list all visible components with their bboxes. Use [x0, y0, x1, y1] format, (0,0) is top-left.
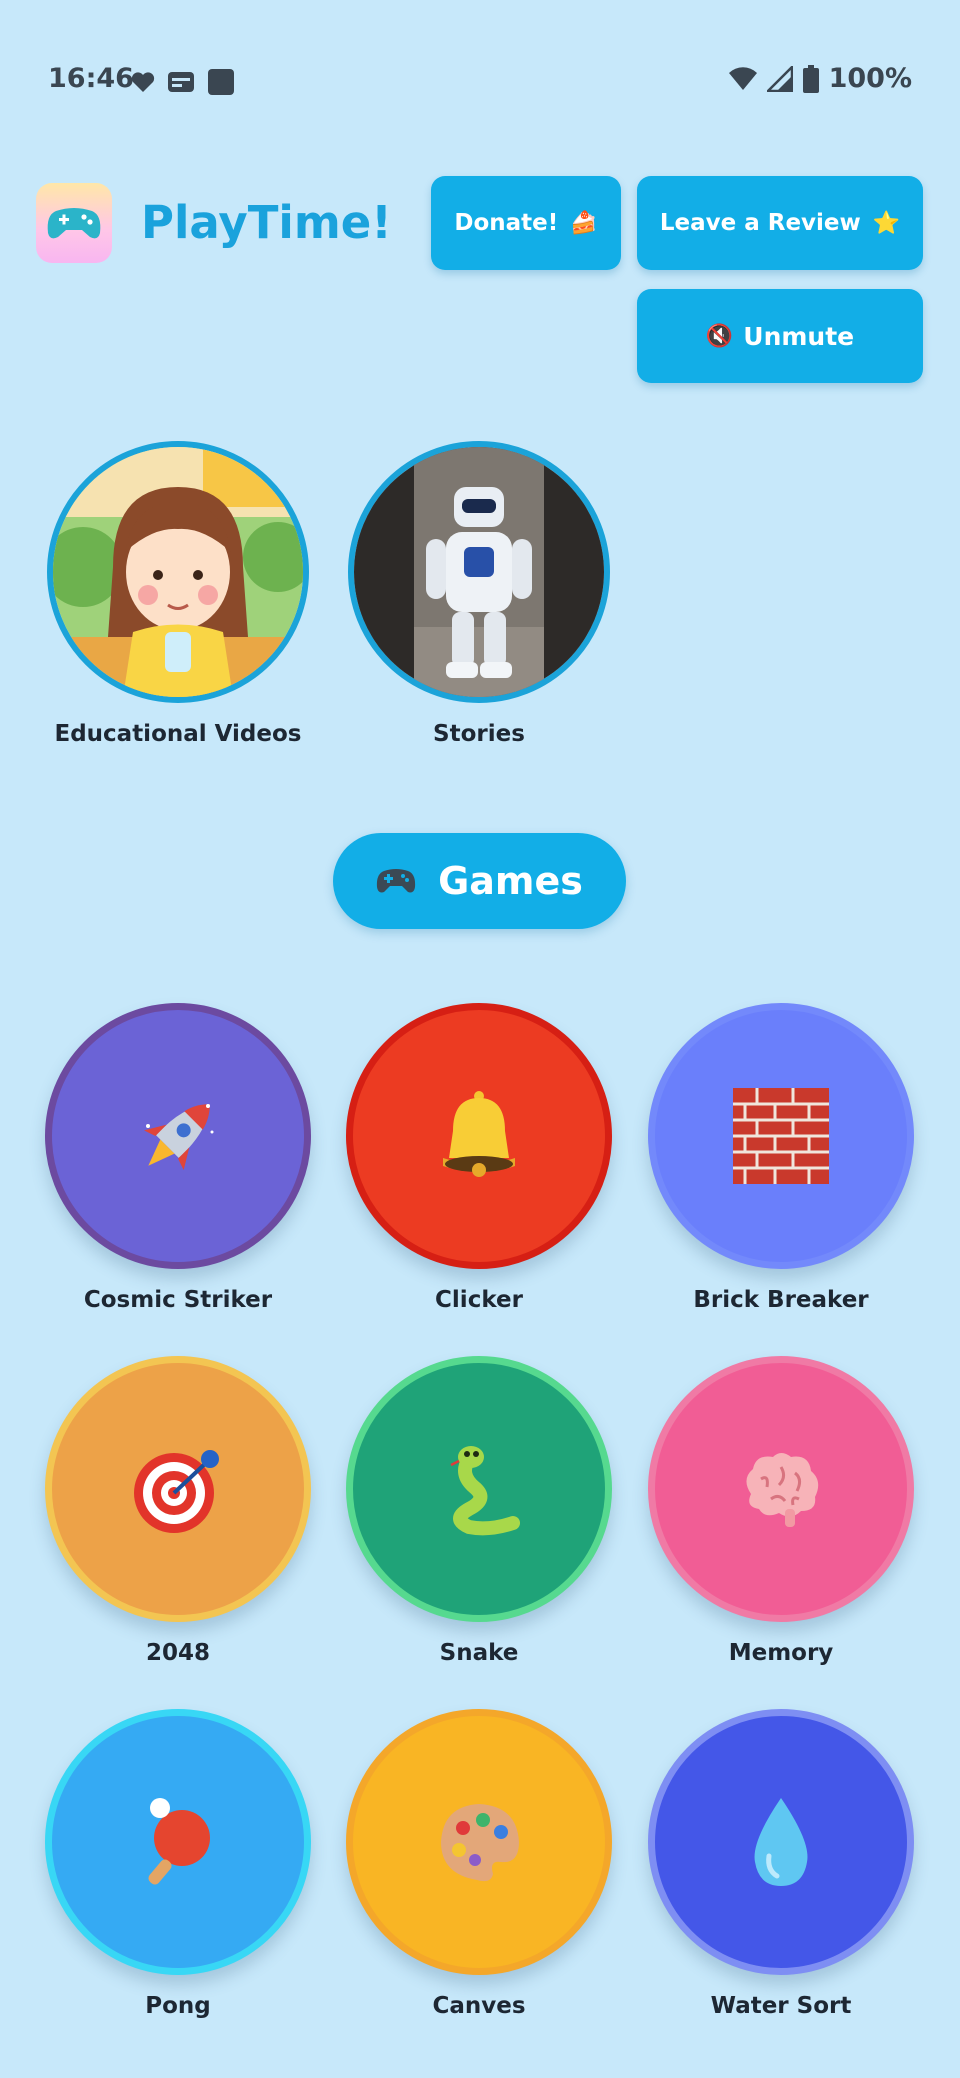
game-tile-cosmic-striker[interactable]: Cosmic Striker: [28, 1003, 328, 1313]
snake-icon: [450, 1446, 520, 1536]
heart-notification-icon: [131, 72, 155, 92]
game-circle[interactable]: [45, 1356, 311, 1622]
notification-icons: [131, 68, 235, 96]
game-tile-memory[interactable]: Memory: [631, 1356, 931, 1666]
rocket-icon: [144, 1104, 214, 1170]
game-circle[interactable]: [45, 1003, 311, 1269]
girl-illustration: [53, 447, 303, 697]
app-logo: [36, 183, 112, 263]
game-tile-water-sort[interactable]: Water Sort: [631, 1709, 931, 2019]
game-label: Cosmic Striker: [83, 1287, 273, 1313]
brick-wall-icon: [733, 1088, 829, 1184]
wifi-icon: [728, 66, 757, 90]
status-time: 16:46: [48, 63, 134, 94]
gamepad-icon: [376, 869, 416, 893]
palette-icon: [441, 1804, 519, 1882]
card-notification-icon: [168, 72, 194, 92]
game-tile-pong[interactable]: Pong: [28, 1709, 328, 2019]
battery-percent: 100%: [828, 63, 912, 94]
battery-icon: [802, 64, 819, 93]
leave-review-button[interactable]: Leave a Review ⭐: [637, 176, 923, 270]
mute-icon: 🔇: [705, 323, 734, 349]
game-label: Clicker: [435, 1287, 523, 1313]
game-tile-brick-breaker[interactable]: Brick Breaker: [631, 1003, 931, 1313]
gamepad-icon: [47, 208, 101, 239]
game-label: Brick Breaker: [693, 1287, 869, 1313]
donate-label: Donate!: [454, 210, 559, 236]
game-label: Snake: [439, 1640, 519, 1666]
water-drop-icon: [754, 1798, 808, 1886]
game-label: 2048: [145, 1640, 210, 1666]
status-bar: 16:46 100%: [0, 0, 960, 160]
stories-label: Stories: [433, 721, 525, 747]
game-label: Pong: [145, 1993, 211, 2019]
game-label: Water Sort: [710, 1993, 852, 2019]
game-label: Canves: [432, 1993, 526, 2019]
game-circle[interactable]: [346, 1356, 612, 1622]
game-tile-snake[interactable]: Snake: [329, 1356, 629, 1666]
app-title: PlayTime!: [141, 196, 392, 249]
status-right: 100%: [728, 63, 912, 94]
games-section-title: Games: [438, 859, 583, 903]
unmute-label: Unmute: [743, 321, 855, 351]
game-circle[interactable]: [346, 1003, 612, 1269]
media-tile-educational-videos[interactable]: Educational Videos: [28, 441, 328, 747]
educational-videos-thumbnail[interactable]: [47, 441, 309, 703]
square-notification-icon: [208, 69, 234, 95]
game-tile-2048[interactable]: 2048: [28, 1356, 328, 1666]
signal-icon: [766, 65, 793, 92]
cake-icon: 🍰: [570, 210, 598, 236]
brain-icon: [746, 1453, 819, 1527]
stories-thumbnail[interactable]: [348, 441, 610, 703]
game-tile-clicker[interactable]: Clicker: [329, 1003, 629, 1313]
review-label: Leave a Review: [659, 210, 861, 236]
game-circle[interactable]: [648, 1709, 914, 1975]
game-circle[interactable]: [648, 1356, 914, 1622]
donate-button[interactable]: Donate! 🍰: [431, 176, 621, 270]
game-label: Memory: [728, 1640, 834, 1666]
ping-pong-icon: [148, 1798, 210, 1885]
star-icon: ⭐: [872, 210, 901, 236]
game-circle[interactable]: [45, 1709, 311, 1975]
bell-icon: [443, 1091, 515, 1177]
target-icon: [134, 1450, 219, 1533]
unmute-button[interactable]: 🔇 Unmute: [637, 289, 923, 383]
game-circle[interactable]: [346, 1709, 612, 1975]
media-tile-stories[interactable]: Stories: [329, 441, 629, 747]
educational-videos-label: Educational Videos: [54, 721, 302, 747]
games-section-header: Games: [333, 833, 626, 929]
robot-photo: [354, 447, 604, 697]
game-tile-canves[interactable]: Canves: [329, 1709, 629, 2019]
game-circle[interactable]: [648, 1003, 914, 1269]
